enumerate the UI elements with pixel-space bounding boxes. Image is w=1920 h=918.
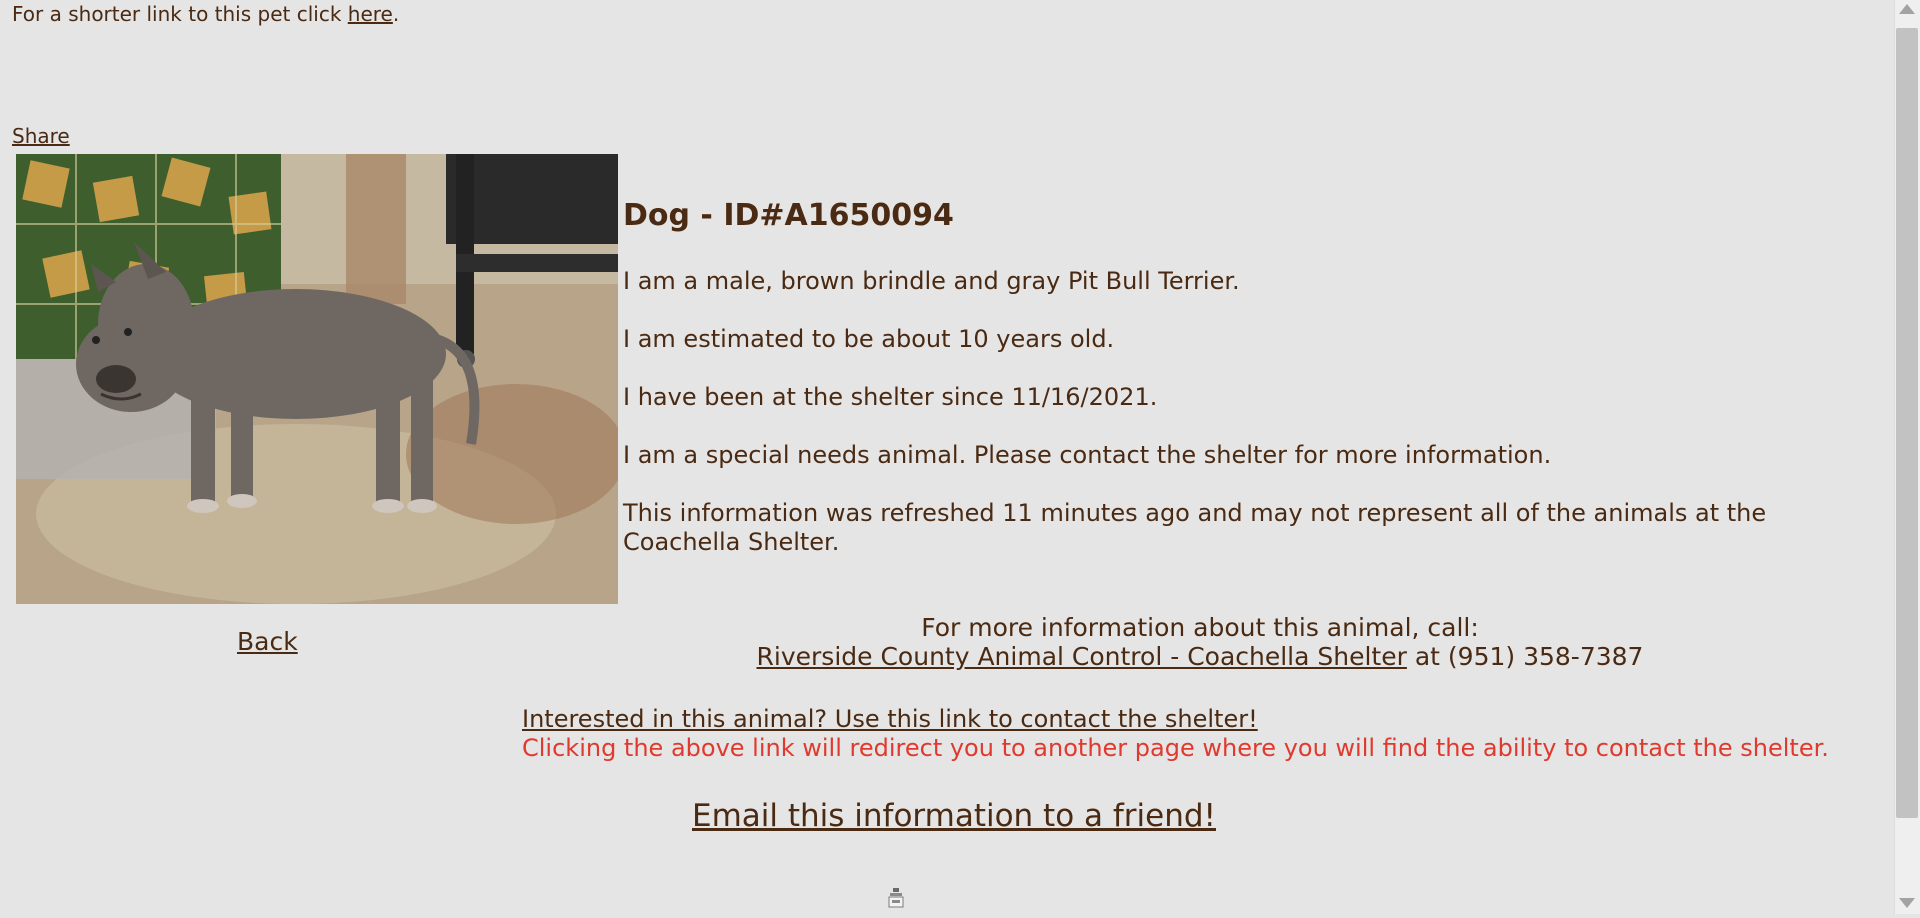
call-details: Riverside County Animal Control - Coache…	[700, 642, 1700, 671]
pet-title: Dog - ID#A1650094	[623, 198, 954, 233]
share-link[interactable]: Share	[12, 124, 70, 148]
scroll-down-arrow-icon[interactable]	[1899, 898, 1915, 908]
shelter-name-link[interactable]: Riverside County Animal Control - Coache…	[757, 642, 1407, 671]
short-link-prefix: For a shorter link to this pet click	[12, 2, 348, 26]
redirect-warning: Clicking the above link will redirect yo…	[522, 734, 1829, 762]
call-info: For more information about this animal, …	[700, 613, 1700, 671]
pet-photo	[16, 154, 618, 604]
call-intro: For more information about this animal, …	[921, 613, 1479, 642]
scroll-up-arrow-icon[interactable]	[1899, 4, 1915, 14]
scrollbar-thumb[interactable]	[1896, 28, 1918, 818]
pet-fact-description: I am a male, brown brindle and gray Pit …	[623, 267, 1240, 295]
pet-fact-special-needs: I am a special needs animal. Please cont…	[623, 441, 1552, 469]
short-link-line: For a shorter link to this pet click her…	[12, 2, 399, 26]
pet-fact-age: I am estimated to be about 10 years old.	[623, 325, 1115, 353]
pet-fact-intake-date: I have been at the shelter since 11/16/2…	[623, 383, 1158, 411]
contact-shelter-link[interactable]: Interested in this animal? Use this link…	[522, 705, 1258, 733]
shelter-phone: at (951) 358-7387	[1406, 642, 1644, 671]
short-link-suffix: .	[392, 2, 400, 26]
back-link[interactable]: Back	[237, 627, 298, 656]
short-link-here[interactable]: here	[348, 2, 393, 26]
email-friend-link[interactable]: Email this information to a friend!	[692, 798, 1216, 834]
pet-fact-refresh-note: This information was refreshed 11 minute…	[623, 499, 1767, 556]
loading-spinner-icon	[888, 888, 904, 914]
